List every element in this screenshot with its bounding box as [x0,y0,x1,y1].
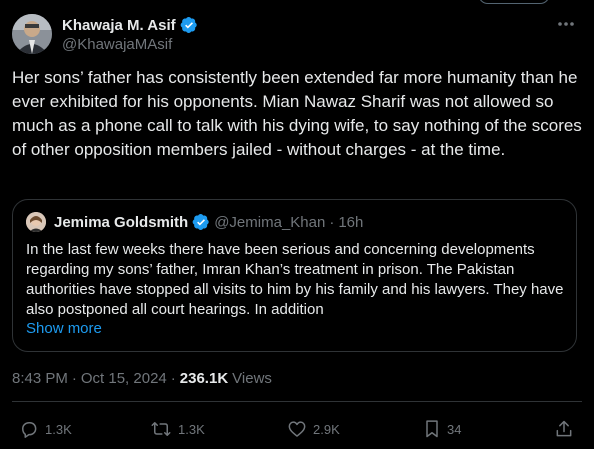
tweet-text: Her sons’ father has consistently been e… [12,68,582,159]
like-count: 2.9K [313,421,340,437]
author-display-name[interactable]: Khawaja M. Asif [62,17,176,34]
divider [12,401,582,402]
share-button[interactable] [554,419,574,439]
like-button[interactable]: 2.9K [287,419,340,439]
share-icon [554,419,574,439]
tweet-header: Khawaja M. Asif @KhawajaMAsif [12,12,582,56]
quoted-author-display-name: Jemima Goldsmith [54,213,189,231]
bookmark-count: 34 [447,421,462,437]
quoted-author-avatar [26,212,46,232]
quoted-author-handle: @Jemima_Khan [214,213,326,231]
reply-count: 1.3K [45,421,72,437]
top-pill-button[interactable] [478,0,550,4]
show-more-link[interactable]: Show more [26,320,102,337]
tweet-meta: 8:43 PM · Oct 15, 2024 · 236.1K Views [12,370,272,387]
author-info: Khawaja M. Asif @KhawajaMAsif [62,15,198,53]
more-horizontal-icon[interactable] [556,14,576,34]
reply-button[interactable]: 1.3K [19,419,72,439]
author-avatar[interactable] [12,14,52,54]
verified-badge-icon [192,213,210,231]
verified-badge-icon [180,16,198,34]
views-count: 236.1K [179,370,229,387]
repost-count: 1.3K [178,421,205,437]
bookmark-icon [423,419,441,439]
meta-separator: · [71,370,77,387]
repost-button[interactable]: 1.3K [150,419,205,439]
views-label: Views [232,370,272,387]
reply-icon [19,419,39,439]
quoted-separator: · [329,213,335,231]
tweet-time[interactable]: 8:43 PM [12,370,68,387]
meta-separator: · [170,370,176,387]
repost-icon [150,419,172,439]
action-bar: 1.3K 1.3K 2.9K 34 [0,419,594,441]
quoted-tweet-header: Jemima Goldsmith @Jemima_Khan · 16h [26,212,363,232]
heart-icon [287,419,307,439]
quoted-tweet-card[interactable]: Jemima Goldsmith @Jemima_Khan · 16h In t… [12,199,577,352]
author-handle[interactable]: @KhawajaMAsif [62,36,198,53]
quoted-tweet-text: In the last few weeks there have been se… [26,241,564,318]
tweet-date[interactable]: Oct 15, 2024 [81,370,167,387]
bookmark-button[interactable]: 34 [423,419,461,439]
quoted-timestamp: 16h [338,213,364,231]
